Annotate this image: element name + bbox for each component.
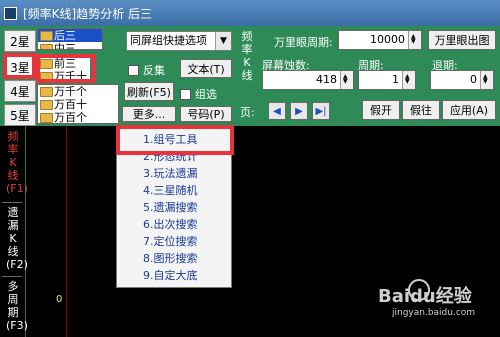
first-page-icon[interactable]: ◀: [268, 102, 286, 120]
highlight-star: [3, 53, 36, 79]
spinner-icon[interactable]: [408, 28, 421, 51]
menu-item-position-search[interactable]: 7.定位搜索: [143, 234, 198, 250]
spinner-icon[interactable]: [402, 68, 415, 91]
screen-input[interactable]: 418: [262, 68, 354, 91]
star-button-5[interactable]: 5星: [4, 104, 36, 126]
screen-value: 418: [316, 73, 337, 86]
period-value: 10000: [370, 33, 405, 46]
menu-item-custom-base[interactable]: 9.自定大底: [143, 268, 198, 284]
quick-option-select[interactable]: 同屏组快捷选项 ▼: [126, 31, 232, 51]
list-item[interactable]: 万千个: [38, 85, 118, 98]
watermark: Baidu经验: [378, 286, 472, 307]
invert-checkbox[interactable]: 反集: [128, 62, 165, 78]
highlight-list: [36, 54, 96, 83]
menu-item-count-search[interactable]: 6.出次搜索: [143, 217, 198, 233]
highlight-menu-item: [116, 125, 234, 155]
page-label: 页:: [240, 106, 255, 119]
checkbox-label: 反集: [143, 64, 165, 77]
menu-item-graph-search[interactable]: 8.图形搜索: [143, 251, 198, 267]
list-item[interactable]: 中三: [38, 42, 102, 49]
left-tab-bar: 频率K线(F1) 遗漏K线(F2) 多周期(F3): [0, 126, 28, 337]
number-button[interactable]: 号码(P): [180, 106, 232, 122]
menu-item-miss-search[interactable]: 5.遗漏搜索: [143, 200, 198, 216]
star-button-2[interactable]: 2星: [4, 30, 36, 52]
window-title: [频率K线]趋势分析 后三: [23, 6, 153, 21]
group-checkbox[interactable]: 组选: [180, 86, 217, 102]
lag-value: 0: [470, 73, 477, 86]
refresh-button[interactable]: 刷新(F5): [124, 82, 174, 101]
menu-item-play-miss[interactable]: 3.玩法遗漏: [143, 166, 198, 182]
last-page-icon[interactable]: ▶|: [312, 102, 330, 120]
more-button[interactable]: 更多...: [122, 106, 176, 122]
chart-axis: [66, 126, 67, 337]
prev-page-icon[interactable]: ▶: [290, 102, 308, 120]
tab-kline[interactable]: 频率K线(F1): [6, 130, 28, 195]
fake-open-button[interactable]: 假开: [362, 100, 400, 120]
tab-miss-kline[interactable]: 遗漏K线(F2): [6, 206, 28, 271]
checkbox-box[interactable]: [180, 88, 191, 100]
lag-input[interactable]: 0: [430, 68, 494, 91]
checkbox-label: 组选: [195, 88, 217, 101]
period-label: 万里眼周期:: [274, 36, 333, 49]
period-input[interactable]: 10000: [338, 28, 422, 51]
tab-multi-period[interactable]: 多周期(F3): [6, 280, 28, 332]
text-button[interactable]: 文本(T): [180, 59, 232, 78]
spinner-icon[interactable]: [480, 68, 493, 91]
position-list-c[interactable]: 万千个 万百十 万百个: [37, 84, 119, 124]
list-item[interactable]: 万百十: [38, 98, 118, 111]
zero-tick: 0: [56, 294, 63, 305]
eye-chart-button[interactable]: 万里眼出图: [428, 30, 496, 50]
mode-label: 频率K线: [241, 30, 253, 82]
menu-item-random[interactable]: 4.三星随机: [143, 183, 198, 199]
fake-close-button[interactable]: 假往: [402, 100, 440, 120]
apply-button[interactable]: 应用(A): [442, 100, 496, 120]
checkbox-box[interactable]: [128, 64, 139, 76]
select-value: 同屏组快捷选项: [130, 34, 207, 47]
list-item[interactable]: 万百个: [38, 111, 118, 123]
app-icon: [4, 6, 17, 20]
spinner-icon[interactable]: [340, 68, 353, 91]
cycle-value: 1: [392, 73, 399, 86]
list-item[interactable]: 后三: [38, 29, 102, 42]
title-bar: [频率K线]趋势分析 后三: [0, 0, 500, 26]
watermark-url: jingyan.baidu.com: [392, 308, 476, 318]
divider: [2, 202, 22, 203]
star-button-4[interactable]: 4星: [4, 80, 36, 102]
cycle-input[interactable]: 1: [358, 68, 416, 91]
position-list-a[interactable]: 后三 中三: [37, 28, 103, 50]
divider: [2, 276, 22, 277]
chevron-down-icon[interactable]: ▼: [215, 32, 231, 50]
